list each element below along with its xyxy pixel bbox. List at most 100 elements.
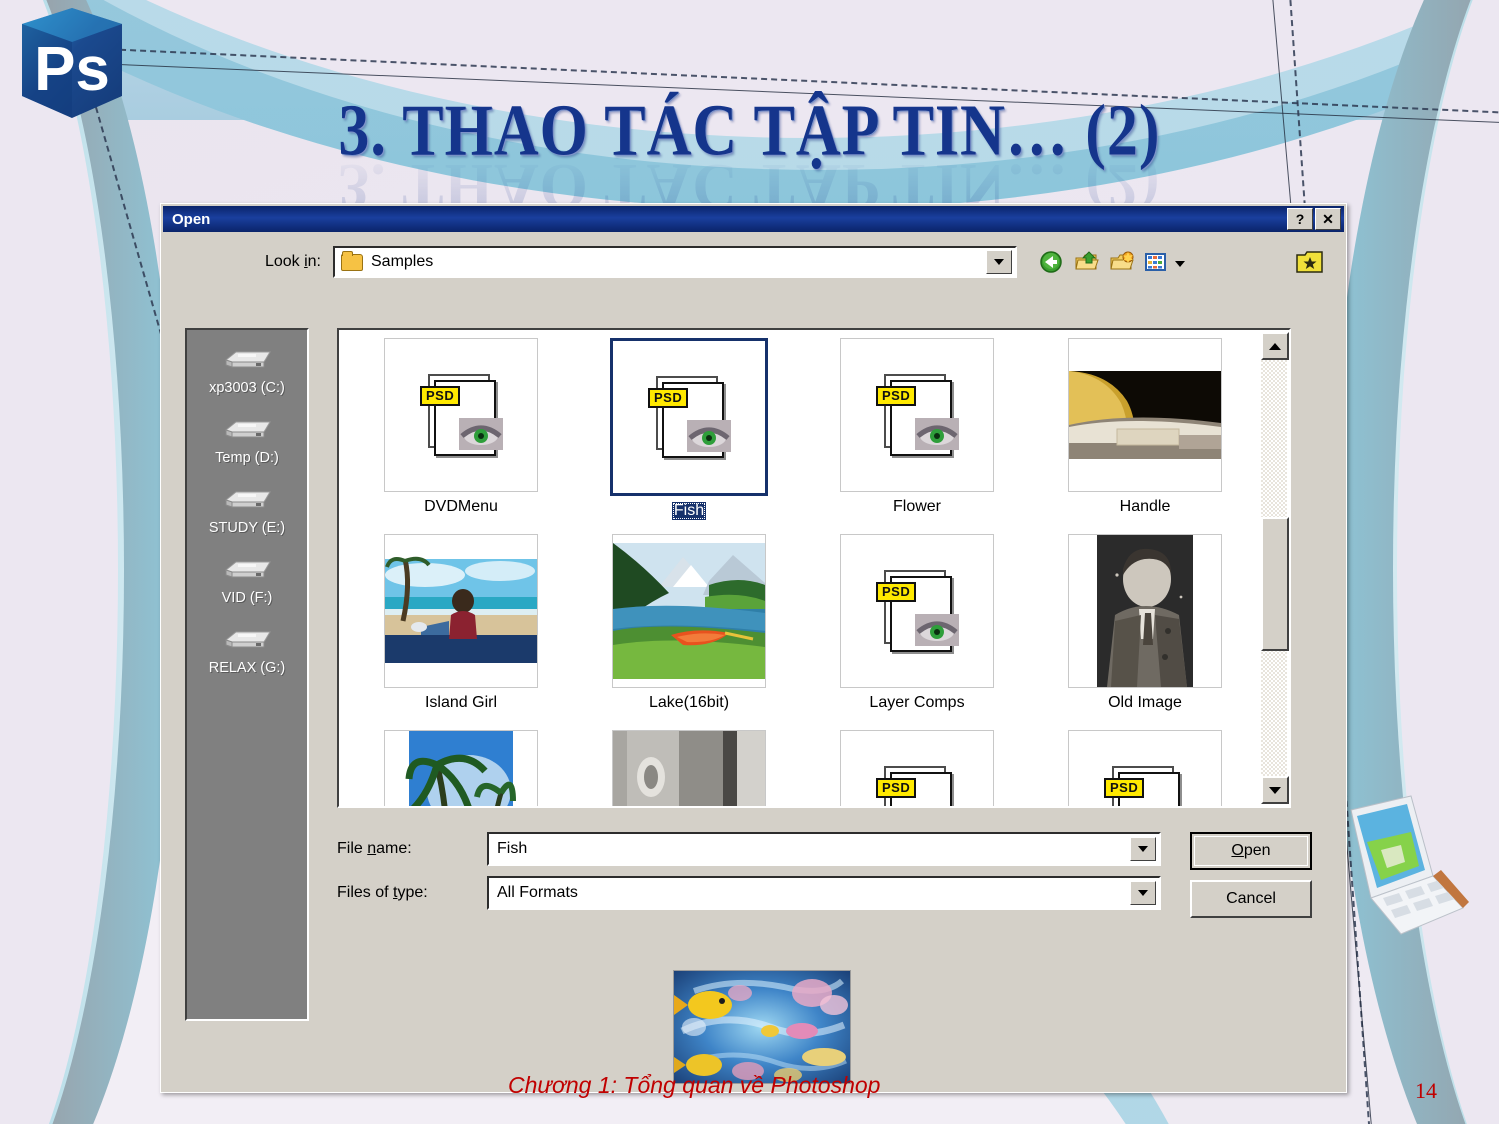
handle-photo bbox=[1069, 339, 1221, 491]
lookin-value: Samples bbox=[371, 253, 434, 270]
dialog-body: Look in: Samples xp3003 (C:) Temp (D:) S… bbox=[161, 232, 1346, 1088]
dialog-title: Open bbox=[172, 210, 211, 228]
psd-badge: PSD bbox=[648, 388, 689, 408]
psd-badge: PSD bbox=[876, 778, 917, 798]
filename-label: File name: bbox=[337, 840, 412, 857]
file-item-dvdmenu[interactable]: PSD DVDMenu bbox=[347, 338, 575, 534]
file-item-psd-12[interactable]: PSD bbox=[1031, 730, 1259, 806]
file-list-scrollbar[interactable] bbox=[1261, 332, 1289, 804]
place-item[interactable]: RELAX (G:) bbox=[187, 624, 307, 676]
place-label: VID (F:) bbox=[221, 590, 273, 606]
open-file-dialog: Open ? ✕ Look in: Samples xp3003 (C:) Te… bbox=[160, 203, 1347, 1093]
cancel-button[interactable]: Cancel bbox=[1190, 880, 1312, 918]
scrollbar-thumb[interactable] bbox=[1261, 517, 1289, 651]
chevron-down-icon[interactable] bbox=[986, 250, 1012, 274]
psd-file-icon: PSD bbox=[874, 372, 960, 458]
drive-icon bbox=[224, 631, 271, 648]
filetype-label: Files of type: bbox=[337, 884, 428, 901]
photoshop-logo: Ps bbox=[22, 8, 122, 118]
file-label: Flower bbox=[892, 498, 941, 515]
filename-input[interactable]: Fish bbox=[487, 832, 1161, 866]
file-label: Fish bbox=[671, 502, 707, 520]
dialog-toolbar bbox=[1039, 250, 1185, 274]
fish-preview-thumbnail bbox=[673, 970, 851, 1084]
file-item-palm[interactable] bbox=[347, 730, 575, 806]
file-label: Island Girl bbox=[424, 694, 498, 711]
file-item-flower[interactable]: PSD Flower bbox=[803, 338, 1031, 534]
dialog-fields: File name: Fish Files of type: All Forma… bbox=[337, 832, 1297, 920]
help-button[interactable]: ? bbox=[1287, 208, 1313, 230]
file-thumbnail bbox=[384, 730, 538, 806]
filename-chevron-down-icon[interactable] bbox=[1130, 837, 1156, 861]
drive-icon bbox=[224, 561, 271, 578]
drive-icon bbox=[224, 491, 271, 508]
yellow-folder-star-icon[interactable] bbox=[1295, 249, 1325, 275]
psd-file-icon: PSD bbox=[1102, 764, 1188, 806]
views-icon[interactable] bbox=[1144, 250, 1170, 274]
scroll-down-button[interactable] bbox=[1261, 776, 1289, 804]
up-folder-icon[interactable] bbox=[1074, 250, 1100, 274]
psd-badge: PSD bbox=[876, 582, 917, 602]
place-item[interactable]: STUDY (E:) bbox=[187, 484, 307, 536]
filename-value: Fish bbox=[497, 840, 528, 857]
island-girl-photo bbox=[385, 535, 537, 687]
folder-icon bbox=[341, 250, 363, 271]
psd-file-icon: PSD bbox=[418, 372, 504, 458]
lookin-combobox[interactable]: Samples bbox=[333, 246, 1017, 278]
filetype-combobox[interactable]: All Formats bbox=[487, 876, 1161, 910]
filename-row: File name: Fish bbox=[337, 832, 1297, 866]
filetype-chevron-down-icon[interactable] bbox=[1130, 881, 1156, 905]
psd-badge: PSD bbox=[420, 386, 461, 406]
back-arrow-icon[interactable] bbox=[1039, 250, 1065, 274]
file-item-island-girl[interactable]: Island Girl bbox=[347, 534, 575, 730]
scroll-up-button[interactable] bbox=[1261, 332, 1289, 360]
filetype-value: All Formats bbox=[497, 884, 578, 901]
file-item-fish[interactable]: PSD Fish bbox=[575, 338, 803, 534]
views-chevron-down-icon[interactable] bbox=[1175, 254, 1185, 271]
file-thumbnail bbox=[1068, 534, 1222, 688]
place-item[interactable]: xp3003 (C:) bbox=[187, 344, 307, 396]
file-label: Lake(16bit) bbox=[648, 694, 730, 711]
file-item-handle[interactable]: Handle bbox=[1031, 338, 1259, 534]
file-item-lake[interactable]: Lake(16bit) bbox=[575, 534, 803, 730]
file-thumbnail bbox=[612, 534, 766, 688]
file-grid: PSD DVDMenu PSD Fish PSD Flower Handle I… bbox=[339, 330, 1289, 806]
file-list[interactable]: PSD DVDMenu PSD Fish PSD Flower Handle I… bbox=[337, 328, 1291, 808]
dialog-titlebar[interactable]: Open ? ✕ bbox=[163, 206, 1344, 232]
lake-photo bbox=[613, 535, 765, 687]
slide-canvas: Ps 3. THAO TÁC TẬP TIN… (2) 3. THAO TÁC … bbox=[0, 0, 1499, 1124]
psd-file-icon: PSD bbox=[874, 568, 960, 654]
page-title: 3. THAO TÁC TẬP TIN… (2) bbox=[338, 90, 1161, 172]
old-image-photo bbox=[1069, 535, 1221, 687]
open-button[interactable]: Open bbox=[1190, 832, 1312, 870]
place-item[interactable]: Temp (D:) bbox=[187, 414, 307, 466]
footer-text: Chương 1: Tổng quan về Photoshop bbox=[508, 1072, 881, 1098]
file-label: Layer Comps bbox=[869, 694, 965, 711]
place-item[interactable]: VID (F:) bbox=[187, 554, 307, 606]
place-label: Temp (D:) bbox=[215, 450, 279, 466]
psd-badge: PSD bbox=[1104, 778, 1145, 798]
close-icon[interactable]: ✕ bbox=[1315, 208, 1341, 230]
file-thumbnail: PSD bbox=[840, 338, 994, 492]
page-number: 14 bbox=[1415, 1078, 1437, 1103]
file-item-old-image[interactable]: Old Image bbox=[1031, 534, 1259, 730]
file-item-psd-11[interactable]: PSD bbox=[803, 730, 1031, 806]
file-thumbnail: PSD bbox=[840, 534, 994, 688]
file-item-door[interactable] bbox=[575, 730, 803, 806]
new-folder-icon[interactable] bbox=[1109, 250, 1135, 274]
file-label: DVDMenu bbox=[424, 498, 498, 515]
laptop-illustration bbox=[1350, 795, 1469, 935]
file-label: Handle bbox=[1119, 498, 1171, 515]
drive-icon bbox=[224, 351, 271, 368]
file-thumbnail: PSD bbox=[1068, 730, 1222, 806]
lookin-label: Look in: bbox=[264, 253, 321, 270]
lookin-row: Look in: Samples bbox=[161, 232, 1346, 284]
place-label: STUDY (E:) bbox=[208, 520, 286, 536]
drive-icon bbox=[224, 421, 271, 438]
filetype-row: Files of type: All Formats bbox=[337, 876, 1297, 910]
file-item-layer-comps[interactable]: PSD Layer Comps bbox=[803, 534, 1031, 730]
dialog-buttons: Open Cancel bbox=[1190, 832, 1312, 928]
file-label: Old Image bbox=[1108, 694, 1182, 711]
file-thumbnail bbox=[1068, 338, 1222, 492]
psd-file-icon: PSD bbox=[874, 764, 960, 806]
